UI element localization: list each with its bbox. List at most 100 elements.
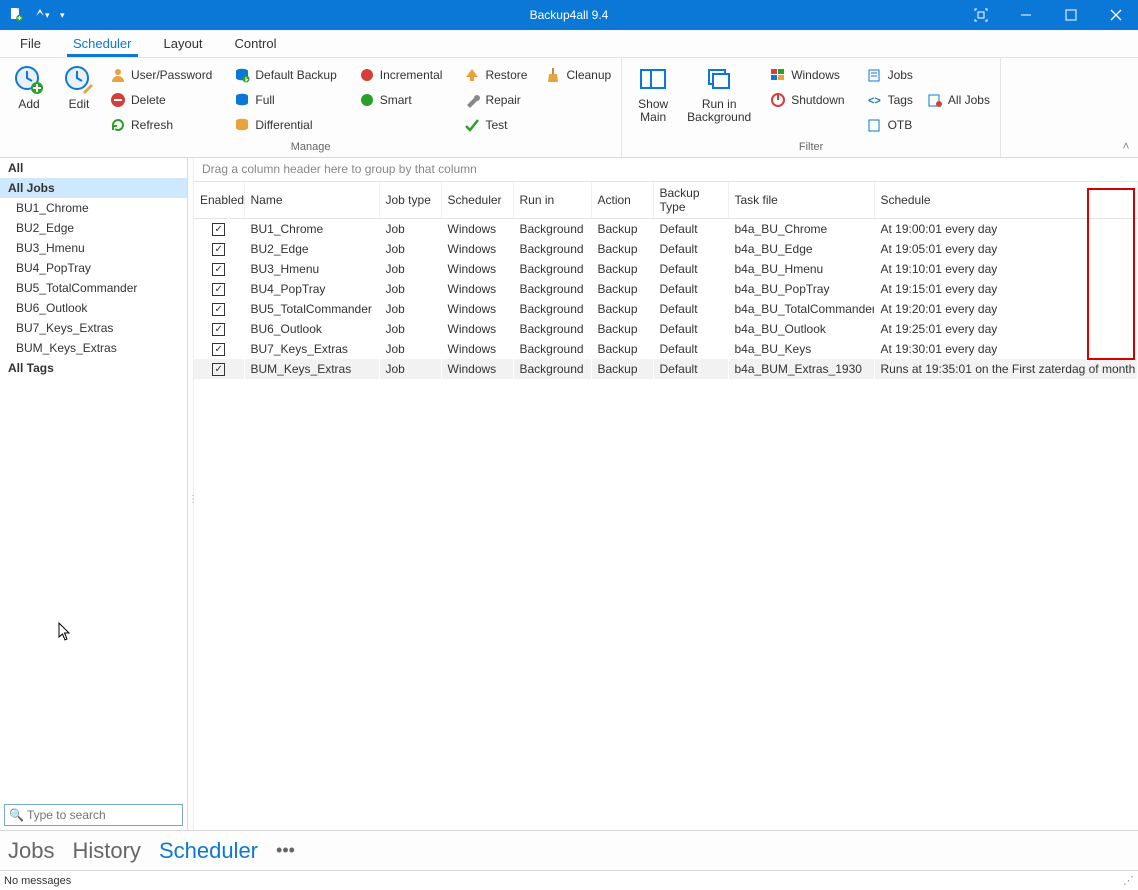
refresh-button[interactable]: Refresh <box>106 114 216 136</box>
sidebar-item[interactable]: BUM_Keys_Extras <box>0 338 187 358</box>
background-icon <box>703 64 735 96</box>
cell-jobtype: Job <box>379 239 441 259</box>
col-taskfile[interactable]: Task file <box>728 182 874 219</box>
test-icon <box>464 117 480 133</box>
checkbox-icon[interactable]: ✓ <box>212 243 225 256</box>
cell-scheduler: Windows <box>441 239 513 259</box>
delete-button[interactable]: Delete <box>106 89 216 111</box>
col-action[interactable]: Action <box>591 182 653 219</box>
sidebar-item[interactable]: BU6_Outlook <box>0 298 187 318</box>
smart-button[interactable]: Smart <box>355 89 447 111</box>
checkbox-icon[interactable]: ✓ <box>212 223 225 236</box>
checkbox-icon[interactable]: ✓ <box>212 343 225 356</box>
sidebar-item[interactable]: BU2_Edge <box>0 218 187 238</box>
sidebar-item[interactable]: BU3_Hmenu <box>0 238 187 258</box>
user-icon <box>110 67 126 83</box>
bottom-tab-jobs[interactable]: Jobs <box>8 838 54 864</box>
focus-mode-icon[interactable] <box>958 0 1003 30</box>
otb-button[interactable]: OTB <box>863 114 917 136</box>
smart-icon <box>359 92 375 108</box>
cell-taskfile: b4a_BU_Keys <box>728 339 874 359</box>
ribbon-collapse-button[interactable]: ˄ <box>1114 58 1138 157</box>
col-schedule[interactable]: Schedule <box>874 182 1138 219</box>
cell-jobtype: Job <box>379 359 441 379</box>
full-label: Full <box>255 93 274 107</box>
col-name[interactable]: Name <box>244 182 379 219</box>
sidebar-alljobs[interactable]: All Jobs <box>0 178 187 198</box>
differential-button[interactable]: Differential <box>230 114 340 136</box>
cell-runin: Background <box>513 359 591 379</box>
col-backuptype[interactable]: Backup Type <box>653 182 728 219</box>
bottom-tab-more[interactable]: ••• <box>276 840 295 861</box>
tab-scheduler[interactable]: Scheduler <box>67 31 138 57</box>
bottom-tab-scheduler[interactable]: Scheduler <box>159 838 258 864</box>
sidebar-alltags[interactable]: All Tags <box>0 358 187 378</box>
sidebar-item[interactable]: BU5_TotalCommander <box>0 278 187 298</box>
restore-icon <box>464 67 480 83</box>
table-row[interactable]: ✓BU1_ChromeJobWindowsBackgroundBackupDef… <box>194 219 1138 239</box>
menu-tabs: File Scheduler Layout Control <box>0 30 1138 58</box>
minimize-button[interactable] <box>1003 0 1048 30</box>
table-row[interactable]: ✓BU7_Keys_ExtrasJobWindowsBackgroundBack… <box>194 339 1138 359</box>
showmain-button[interactable]: Show Main <box>628 62 678 124</box>
test-button[interactable]: Test <box>460 114 531 136</box>
full-button[interactable]: Full <box>230 89 340 111</box>
status-message: No messages <box>4 875 71 887</box>
table-row[interactable]: ✓BU3_HmenuJobWindowsBackgroundBackupDefa… <box>194 259 1138 279</box>
search-box[interactable]: 🔍 <box>4 804 183 826</box>
col-enabled[interactable]: Enabled <box>194 182 244 219</box>
sidebar-item[interactable]: BU4_PopTray <box>0 258 187 278</box>
col-scheduler[interactable]: Scheduler <box>441 182 513 219</box>
edit-button[interactable]: Edit <box>56 62 102 111</box>
checkbox-icon[interactable]: ✓ <box>212 303 225 316</box>
userpassword-button[interactable]: User/Password <box>106 64 216 86</box>
close-button[interactable] <box>1093 0 1138 30</box>
alljobs-button[interactable]: All Jobs <box>923 89 994 111</box>
incremental-button[interactable]: Incremental <box>355 64 447 86</box>
add-button[interactable]: Add <box>6 62 52 111</box>
db-default-icon <box>234 67 250 83</box>
jobs-button[interactable]: Jobs <box>863 64 917 86</box>
maximize-button[interactable] <box>1048 0 1093 30</box>
cell-action: Backup <box>591 239 653 259</box>
sidebar: All All Jobs BU1_ChromeBU2_EdgeBU3_Hmenu… <box>0 158 188 830</box>
checkbox-icon[interactable]: ✓ <box>212 283 225 296</box>
cell-runin: Background <box>513 279 591 299</box>
sidebar-all[interactable]: All <box>0 158 187 178</box>
cleanup-button[interactable]: Cleanup <box>541 64 615 86</box>
bottom-tab-history[interactable]: History <box>72 838 140 864</box>
tab-layout[interactable]: Layout <box>158 31 209 57</box>
table-row[interactable]: ✓BU5_TotalCommanderJobWindowsBackgroundB… <box>194 299 1138 319</box>
checkbox-icon[interactable]: ✓ <box>212 263 225 276</box>
checkbox-icon[interactable]: ✓ <box>212 363 225 376</box>
col-runin[interactable]: Run in <box>513 182 591 219</box>
sidebar-item[interactable]: BU7_Keys_Extras <box>0 318 187 338</box>
defaultbackup-button[interactable]: Default Backup <box>230 64 340 86</box>
new-file-icon[interactable] <box>8 7 24 23</box>
quickaccess-dropdown-icon[interactable]: ▾ <box>60 10 65 21</box>
table-row[interactable]: ✓BU2_EdgeJobWindowsBackgroundBackupDefau… <box>194 239 1138 259</box>
shutdown-button[interactable]: Shutdown <box>766 89 848 111</box>
table-row[interactable]: ✓BU6_OutlookJobWindowsBackgroundBackupDe… <box>194 319 1138 339</box>
tab-file[interactable]: File <box>14 31 47 57</box>
runinbackground-button[interactable]: Run in Background <box>682 62 756 124</box>
upload-icon[interactable]: ▾ <box>32 7 52 23</box>
cell-name: BU1_Chrome <box>244 219 379 239</box>
cell-schedule: At 19:05:01 every day <box>874 239 1138 259</box>
col-jobtype[interactable]: Job type <box>379 182 441 219</box>
tab-control[interactable]: Control <box>229 31 283 57</box>
table-row[interactable]: ✓BUM_Keys_ExtrasJobWindowsBackgroundBack… <box>194 359 1138 379</box>
checkbox-icon[interactable]: ✓ <box>212 323 225 336</box>
resize-grip-icon[interactable]: ⋰ <box>1123 874 1134 887</box>
repair-button[interactable]: Repair <box>460 89 531 111</box>
windows-button[interactable]: Windows <box>766 64 848 86</box>
group-filter-label: Filter <box>628 139 994 155</box>
sidebar-item[interactable]: BU1_Chrome <box>0 198 187 218</box>
group-by-bar[interactable]: Drag a column header here to group by th… <box>194 158 1138 182</box>
userpassword-label: User/Password <box>131 68 212 82</box>
search-input[interactable] <box>27 808 182 822</box>
restore-button[interactable]: Restore <box>460 64 531 86</box>
table-row[interactable]: ✓BU4_PopTrayJobWindowsBackgroundBackupDe… <box>194 279 1138 299</box>
differential-label: Differential <box>255 118 312 132</box>
tags-button[interactable]: <>Tags <box>863 89 917 111</box>
